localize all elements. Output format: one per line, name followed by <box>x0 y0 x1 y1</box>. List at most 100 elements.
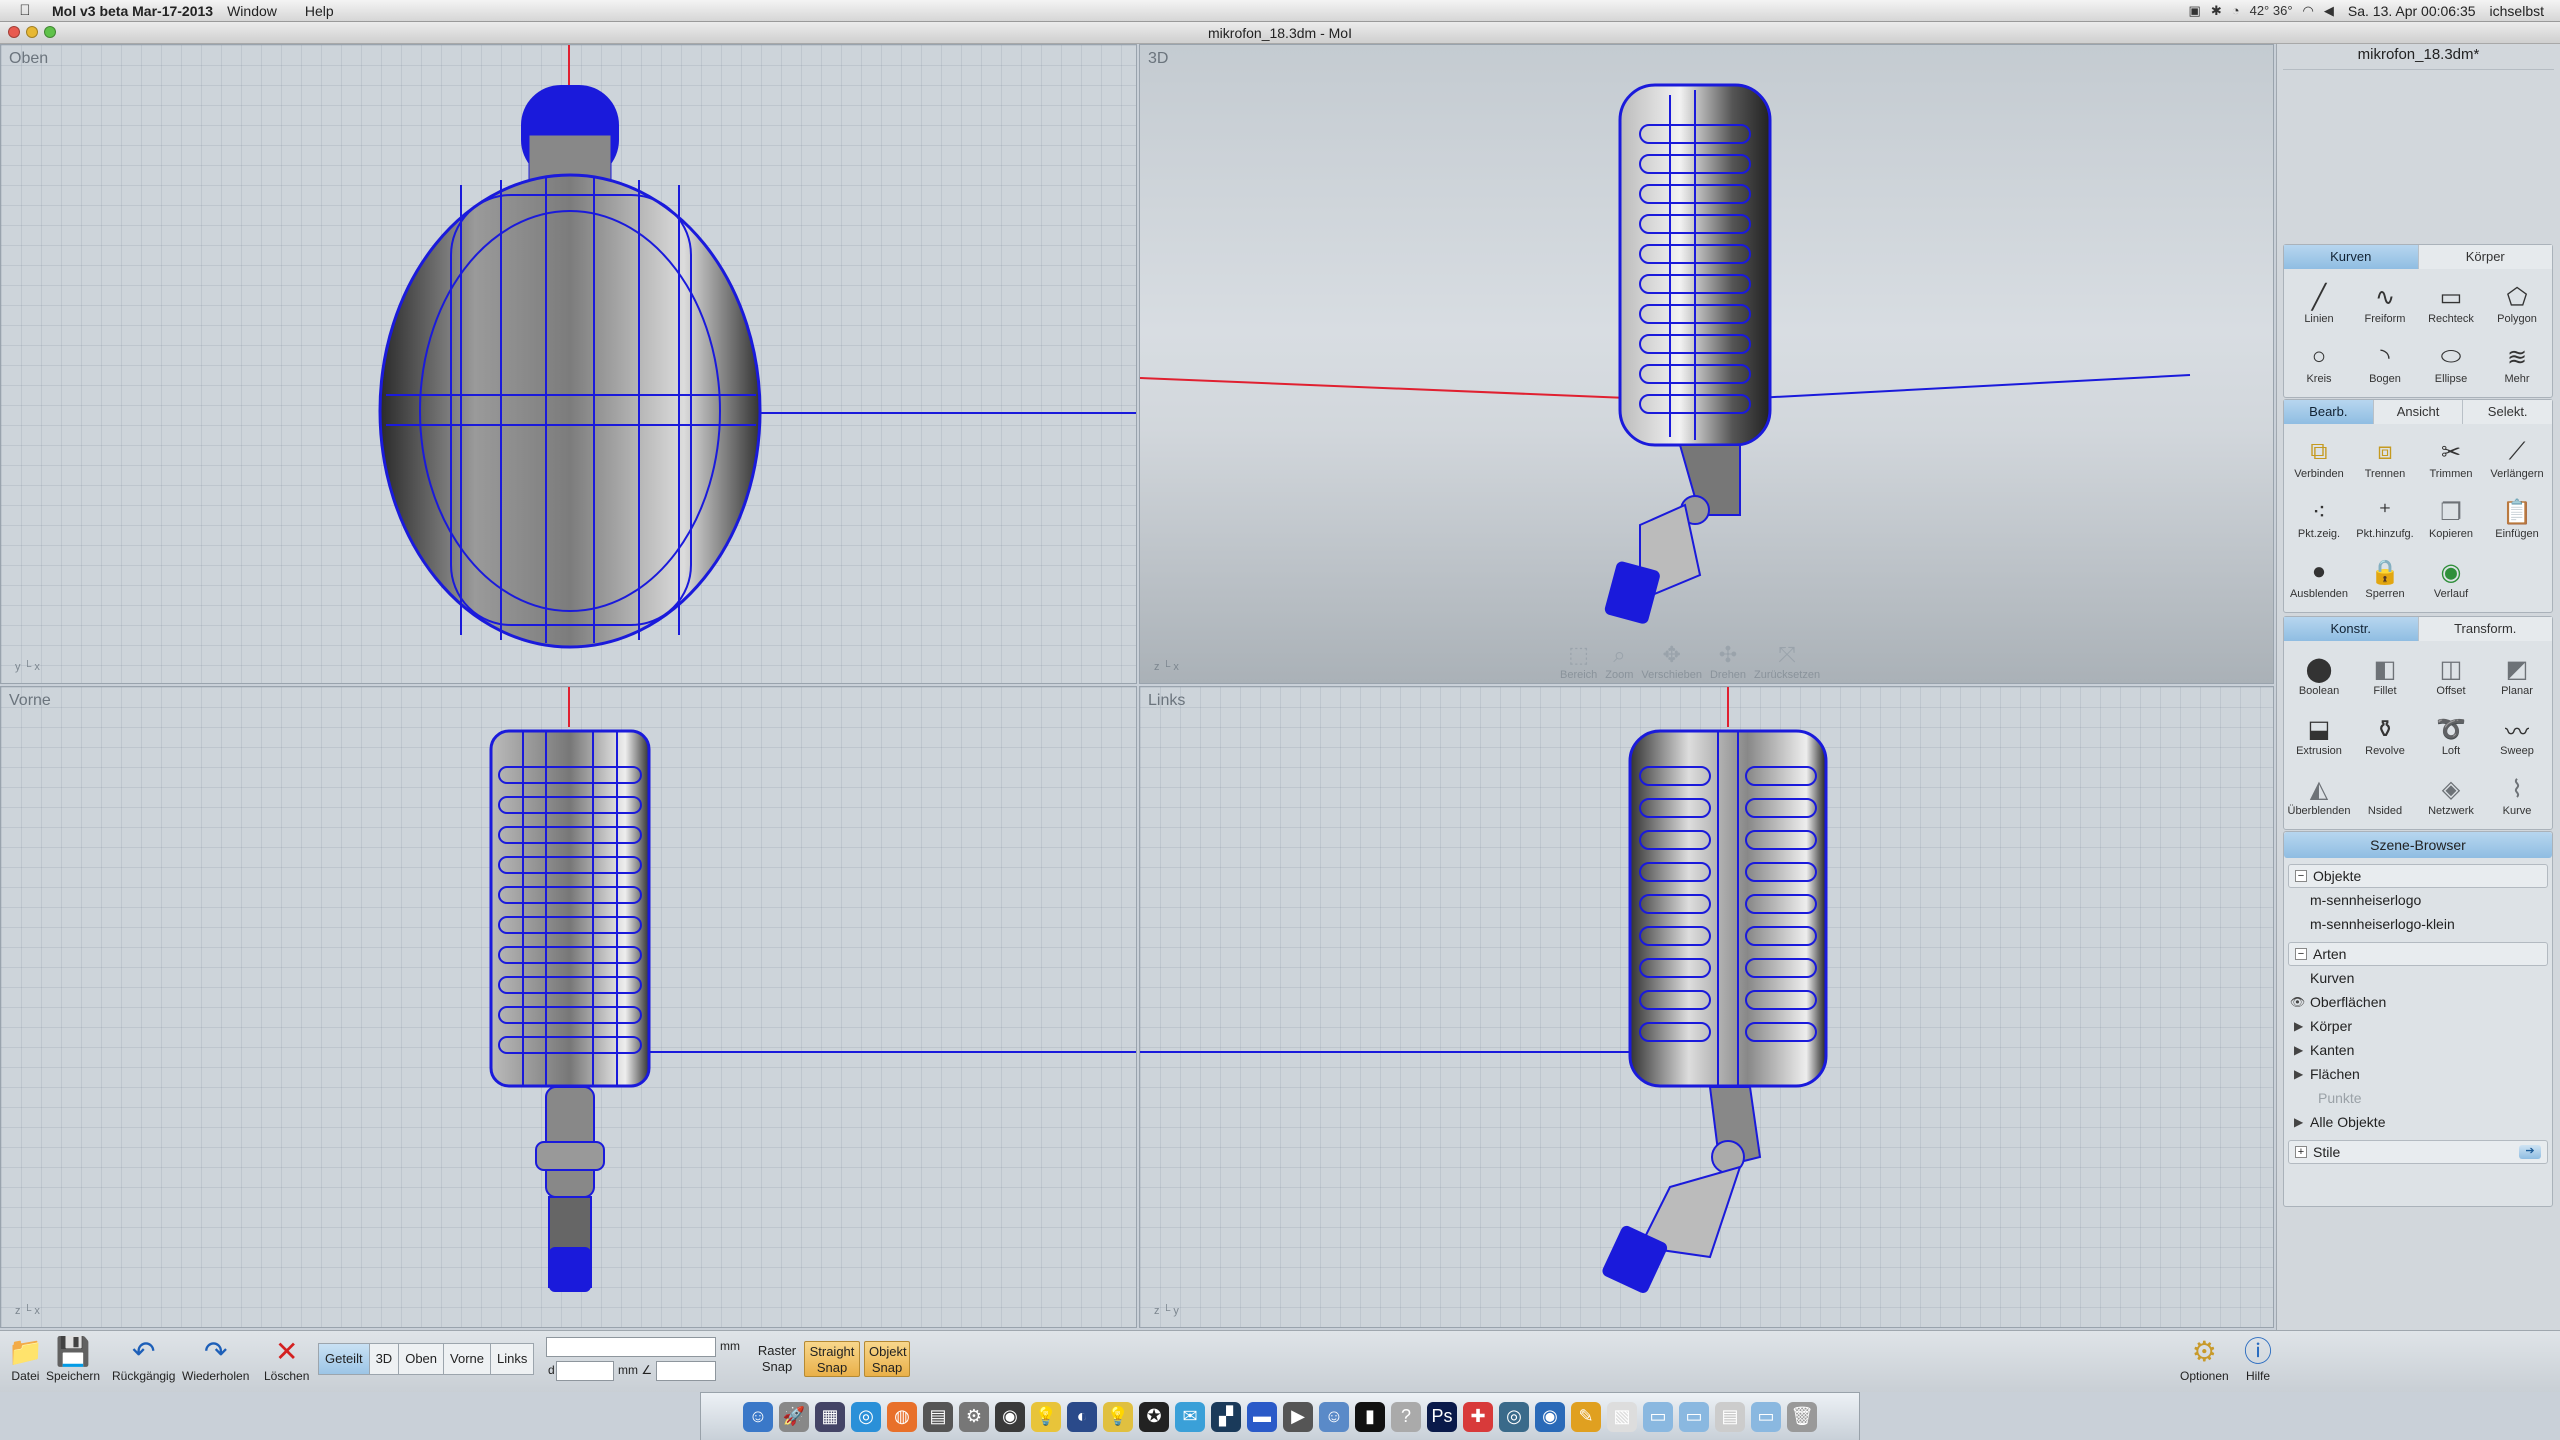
undo-button[interactable]: ↶ Rückgängig <box>112 1335 175 1383</box>
wifi-icon[interactable]: ◠ <box>2303 3 2314 19</box>
app-icon[interactable]: ▤ <box>923 1401 953 1432</box>
app-icon[interactable]: ✚ <box>1463 1401 1493 1432</box>
app-icon[interactable]: ✪ <box>1139 1401 1169 1432</box>
tab-transform[interactable]: Transform. <box>2418 617 2552 641</box>
viewport-top[interactable]: Oben y └ x <box>0 44 1137 684</box>
tool-polygon[interactable]: ⬠ Polygon <box>2484 273 2550 333</box>
save-button[interactable]: 💾 Speichern <box>46 1335 100 1383</box>
user-menu[interactable]: ichselbst <box>2490 3 2544 19</box>
type-item-flaechen[interactable]: ▶ Flächen <box>2284 1062 2552 1086</box>
tool-bogen[interactable]: ◝ Bogen <box>2352 333 2418 393</box>
tool-offset[interactable]: ◫ Offset <box>2418 645 2484 705</box>
pan-button[interactable]: ✥ Verschieben <box>1641 643 1702 682</box>
select-arrow-icon[interactable]: ▶ <box>2294 1062 2303 1086</box>
finder-icon[interactable]: ☺ <box>743 1401 773 1432</box>
app-icon[interactable]: 💡 <box>1103 1401 1133 1432</box>
section-objekte[interactable]: − Objekte <box>2288 864 2548 888</box>
delete-button[interactable]: ✕ Löschen <box>264 1335 309 1383</box>
options-button[interactable]: ⚙ Optionen <box>2180 1335 2229 1383</box>
tab-koerper[interactable]: Körper <box>2418 245 2552 269</box>
tool-kopieren[interactable]: ❐ Kopieren <box>2418 488 2484 548</box>
arrow-right-icon[interactable]: ➔ <box>2519 1145 2541 1159</box>
tool-kreis[interactable]: ○ Kreis <box>2286 333 2352 393</box>
tool-extrusion[interactable]: ⬓ Extrusion <box>2286 705 2352 765</box>
folder-icon[interactable]: ▭ <box>1751 1401 1781 1432</box>
bluetooth-icon[interactable]: ✱ <box>2211 3 2222 19</box>
document-icon[interactable]: ▤ <box>1715 1401 1745 1432</box>
trash-icon[interactable]: 🗑 <box>1787 1401 1817 1432</box>
tool-verlauf[interactable]: ◉ Verlauf <box>2418 548 2484 608</box>
redo-button[interactable]: ↷ Wiederholen <box>182 1335 249 1383</box>
viewport-left[interactable]: Links z └ y <box>1139 686 2274 1328</box>
select-arrow-icon[interactable]: ▶ <box>2294 1038 2303 1062</box>
tool-verlaengern[interactable]: ⟋ Verlängern <box>2484 428 2550 488</box>
view-links[interactable]: Links <box>490 1343 535 1375</box>
launchpad-icon[interactable]: 🚀 <box>779 1401 809 1432</box>
help-button[interactable]: ⓘ Hilfe <box>2244 1335 2272 1383</box>
tool-verbinden[interactable]: ⧉ Verbinden <box>2286 428 2352 488</box>
tool-ellipse[interactable]: ⬭ Ellipse <box>2418 333 2484 393</box>
tool-sperren[interactable]: 🔒 Sperren <box>2352 548 2418 608</box>
objekt-snap-toggle[interactable]: Objekt Snap <box>864 1341 910 1377</box>
d-input[interactable] <box>556 1361 614 1381</box>
status-icon[interactable]: ▣ <box>2189 3 2201 19</box>
object-item[interactable]: m-sennheiserlogo-klein <box>2284 912 2552 936</box>
tool-freiform[interactable]: ∿ Freiform <box>2352 273 2418 333</box>
menu-help[interactable]: Help <box>291 3 348 19</box>
view-3d[interactable]: 3D <box>368 1343 400 1375</box>
angle-input[interactable] <box>656 1361 716 1381</box>
eye-icon[interactable]: 👁 <box>2290 990 2305 1014</box>
view-oben[interactable]: Oben <box>398 1343 445 1375</box>
tool-nsided[interactable]: Nsided <box>2352 765 2418 825</box>
tab-selekt[interactable]: Selekt. <box>2463 400 2553 424</box>
tool-sweep[interactable]: 〰 Sweep <box>2484 705 2550 765</box>
type-item-oberflaechen[interactable]: 👁 Oberflächen <box>2284 990 2552 1014</box>
app-icon[interactable]: ◎ <box>1499 1401 1529 1432</box>
folder-icon[interactable]: ▭ <box>1679 1401 1709 1432</box>
apple-menu-icon[interactable]:  <box>12 2 38 19</box>
app-icon[interactable]: ◐ <box>1067 1401 1097 1432</box>
viewport-front[interactable]: Vorne z └ x <box>0 686 1137 1328</box>
object-item[interactable]: m-sennheiserlogo <box>2284 888 2552 912</box>
app-icon[interactable]: ? <box>1391 1401 1421 1432</box>
tool-kurve[interactable]: ⌇ Kurve <box>2484 765 2550 825</box>
tool-ueberblenden[interactable]: ◭ Überblenden <box>2286 765 2352 825</box>
firefox-icon[interactable]: ◍ <box>887 1401 917 1432</box>
scene-browser-title[interactable]: Szene-Browser <box>2284 832 2552 858</box>
zoom-button[interactable]: ⌕ Zoom <box>1605 643 1633 682</box>
tab-konstr[interactable]: Konstr. <box>2284 617 2419 641</box>
type-item-kanten[interactable]: ▶ Kanten <box>2284 1038 2552 1062</box>
distance-input[interactable] <box>546 1337 716 1357</box>
rotate-button[interactable]: ✣ Drehen <box>1710 643 1746 682</box>
temperature-readout[interactable]: 42° 36° <box>2250 3 2293 19</box>
tool-fillet[interactable]: ◧ Fillet <box>2352 645 2418 705</box>
app-icon[interactable]: ☺ <box>1319 1401 1349 1432</box>
tab-kurven[interactable]: Kurven <box>2284 245 2419 269</box>
tab-ansicht[interactable]: Ansicht <box>2373 400 2464 424</box>
app-icon[interactable]: ▶ <box>1283 1401 1313 1432</box>
mission-control-icon[interactable]: ▦ <box>815 1401 845 1432</box>
clock[interactable]: Sa. 13. Apr 00:06:35 <box>2348 3 2476 19</box>
raster-snap-toggle[interactable]: Raster Snap <box>752 1341 802 1377</box>
viewport-3d[interactable]: 3D ⬚ Bereich ⌕ Zoom ✥ Verschieben ✣ Drehen ⤧… <box>1139 44 2274 684</box>
app-icon[interactable]: ▧ <box>1607 1401 1637 1432</box>
tool-linien[interactable]: ╱ Linien <box>2286 273 2352 333</box>
app-icon[interactable]: ◉ <box>1535 1401 1565 1432</box>
app-menu[interactable]: Mol v3 beta Mar-17-2013 <box>38 3 213 19</box>
tool-pkthinzufg[interactable]: ⁺ Pkt.hinzufg. <box>2352 488 2418 548</box>
tool-boolean[interactable]: ⬤ Boolean <box>2286 645 2352 705</box>
volume-icon[interactable]: ◀ <box>2324 3 2334 19</box>
tool-trimmen[interactable]: ✂ Trimmen <box>2418 428 2484 488</box>
select-arrow-icon[interactable]: ▶ <box>2294 1014 2303 1038</box>
safari-icon[interactable]: ◎ <box>851 1401 881 1432</box>
menu-window[interactable]: Window <box>213 3 291 19</box>
tool-planar[interactable]: ◩ Planar <box>2484 645 2550 705</box>
view-vorne[interactable]: Vorne <box>443 1343 491 1375</box>
tool-netzwerk[interactable]: ◈ Netzwerk <box>2418 765 2484 825</box>
file-button[interactable]: 📁 Datei <box>8 1335 43 1383</box>
type-item-kurven[interactable]: Kurven <box>2284 966 2552 990</box>
select-arrow-icon[interactable]: ▶ <box>2294 1110 2303 1134</box>
app-icon[interactable]: ▬ <box>1247 1401 1277 1432</box>
terminal-icon[interactable]: ▮ <box>1355 1401 1385 1432</box>
tool-mehr[interactable]: ≋ Mehr <box>2484 333 2550 393</box>
